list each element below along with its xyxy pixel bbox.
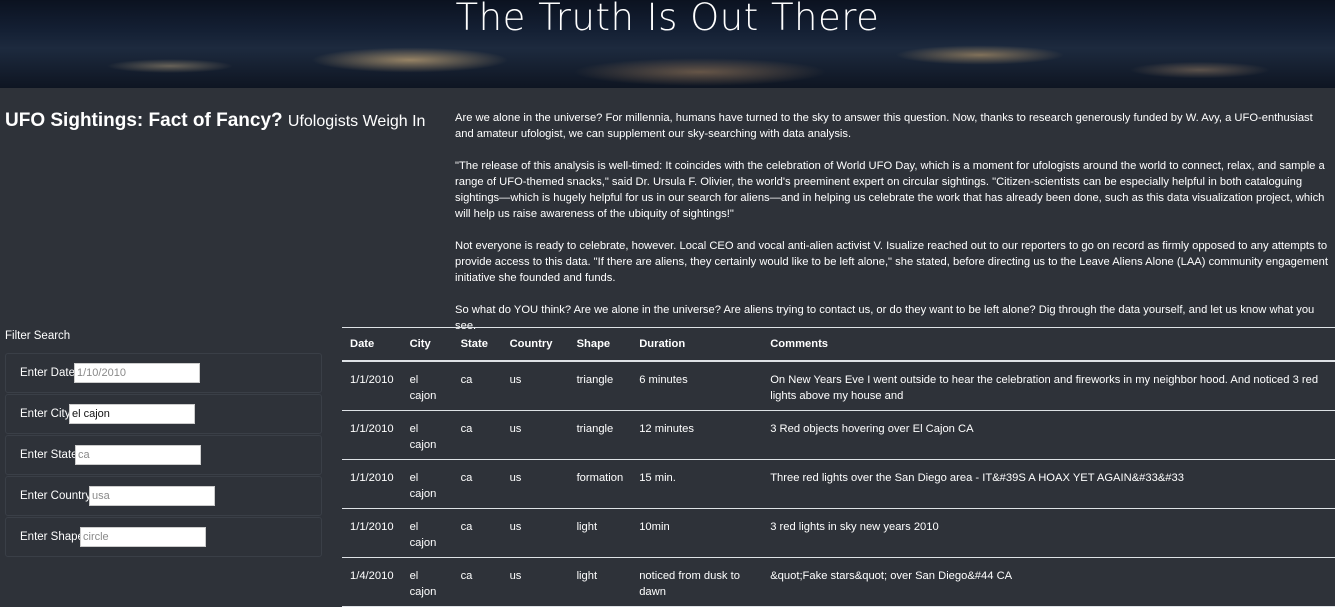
column-header-comments[interactable]: Comments (762, 327, 1335, 362)
table-row: 1/1/2010 el cajon ca us triangle 6 minut… (342, 361, 1335, 411)
cell-shape: triangle (568, 361, 632, 411)
cell-shape: light (568, 508, 632, 558)
date-input[interactable] (74, 363, 200, 383)
column-header-date[interactable]: Date (342, 327, 402, 362)
column-header-country[interactable]: Country (501, 327, 569, 362)
cell-comments: 3 Red objects hovering over El Cajon CA (762, 410, 1335, 460)
cell-duration: noticed from dusk to dawn (631, 557, 763, 607)
cell-duration: 12 minutes (631, 410, 763, 460)
cell-duration: 10min (631, 508, 763, 558)
cell-duration: 15 min. (631, 459, 763, 509)
date-label: Enter Date (20, 367, 75, 379)
intro-paragraph: Not everyone is ready to celebrate, howe… (455, 240, 1328, 284)
cell-country: us (501, 557, 569, 607)
cell-duration: 6 minutes (631, 361, 763, 411)
cell-shape: formation (568, 459, 632, 509)
cell-city: el cajon (401, 557, 453, 607)
table-row: 1/1/2010 el cajon ca us formation 15 min… (342, 459, 1335, 509)
city-label: Enter City (20, 408, 71, 420)
table-row: 1/4/2010 el cajon ca us light noticed fr… (342, 557, 1335, 607)
shape-label: Enter Shape (20, 531, 84, 543)
sightings-table-container: Date City State Country Shape Duration C… (342, 327, 1335, 607)
state-input[interactable] (75, 445, 201, 465)
state-label: Enter State (20, 449, 78, 461)
cell-country: us (501, 508, 569, 558)
cell-city: el cajon (401, 459, 453, 509)
cell-comments: On New Years Eve I went outside to hear … (762, 361, 1335, 411)
cell-comments: 3 red lights in sky new years 2010 (762, 508, 1335, 558)
cell-country: us (501, 361, 569, 411)
country-input[interactable] (89, 486, 215, 506)
cell-state: ca (452, 508, 502, 558)
cell-country: us (501, 459, 569, 509)
cell-city: el cajon (401, 508, 453, 558)
intro-article: Are we alone in the universe? For millen… (455, 110, 1330, 350)
cell-comments: Three red lights over the San Diego area… (762, 459, 1335, 509)
filter-row-city: Enter City (5, 394, 322, 434)
page-title: The Truth Is Out There (455, 0, 880, 39)
cell-date: 1/1/2010 (342, 508, 402, 558)
table-row: 1/1/2010 el cajon ca us triangle 12 minu… (342, 410, 1335, 460)
filter-row-state: Enter State (5, 435, 322, 475)
column-header-city[interactable]: City (401, 327, 453, 362)
sightings-table: Date City State Country Shape Duration C… (342, 327, 1335, 607)
filter-row-shape: Enter Shape (5, 517, 322, 557)
column-header-duration[interactable]: Duration (631, 327, 763, 362)
cell-date: 1/1/2010 (342, 410, 402, 460)
cell-state: ca (452, 361, 502, 411)
filter-search-heading: Filter Search (5, 330, 71, 342)
city-input[interactable] (69, 404, 195, 424)
country-label: Enter Country (20, 490, 91, 502)
cell-date: 1/4/2010 (342, 557, 402, 607)
column-header-state[interactable]: State (452, 327, 502, 362)
shape-input[interactable] (80, 527, 206, 547)
headline-sub: Ufologists Weigh In (287, 113, 426, 130)
cell-city: el cajon (401, 410, 453, 460)
cell-shape: triangle (568, 410, 632, 460)
cell-date: 1/1/2010 (342, 361, 402, 411)
cell-date: 1/1/2010 (342, 459, 402, 509)
table-header-row: Date City State Country Shape Duration C… (342, 327, 1335, 362)
intro-paragraph: "The release of this analysis is well-ti… (455, 160, 1325, 220)
cell-city: el cajon (401, 361, 453, 411)
column-header-shape[interactable]: Shape (568, 327, 632, 362)
headline-main: UFO Sightings: Fact of Fancy? (5, 110, 283, 131)
cell-state: ca (452, 410, 502, 460)
article-headline: UFO Sightings: Fact of Fancy? Ufologists… (5, 110, 425, 132)
filter-panel: Enter Date Enter City Enter State Enter … (5, 353, 322, 558)
filter-row-date: Enter Date (5, 353, 322, 393)
cell-state: ca (452, 459, 502, 509)
intro-paragraph: Are we alone in the universe? For millen… (455, 112, 1313, 140)
hero-banner: The Truth Is Out There (0, 0, 1335, 88)
cell-state: ca (452, 557, 502, 607)
cell-comments: &quot;Fake stars&quot; over San Diego&#4… (762, 557, 1335, 607)
cell-shape: light (568, 557, 632, 607)
filter-row-country: Enter Country (5, 476, 322, 516)
cell-country: us (501, 410, 569, 460)
table-row: 1/1/2010 el cajon ca us light 10min 3 re… (342, 508, 1335, 558)
